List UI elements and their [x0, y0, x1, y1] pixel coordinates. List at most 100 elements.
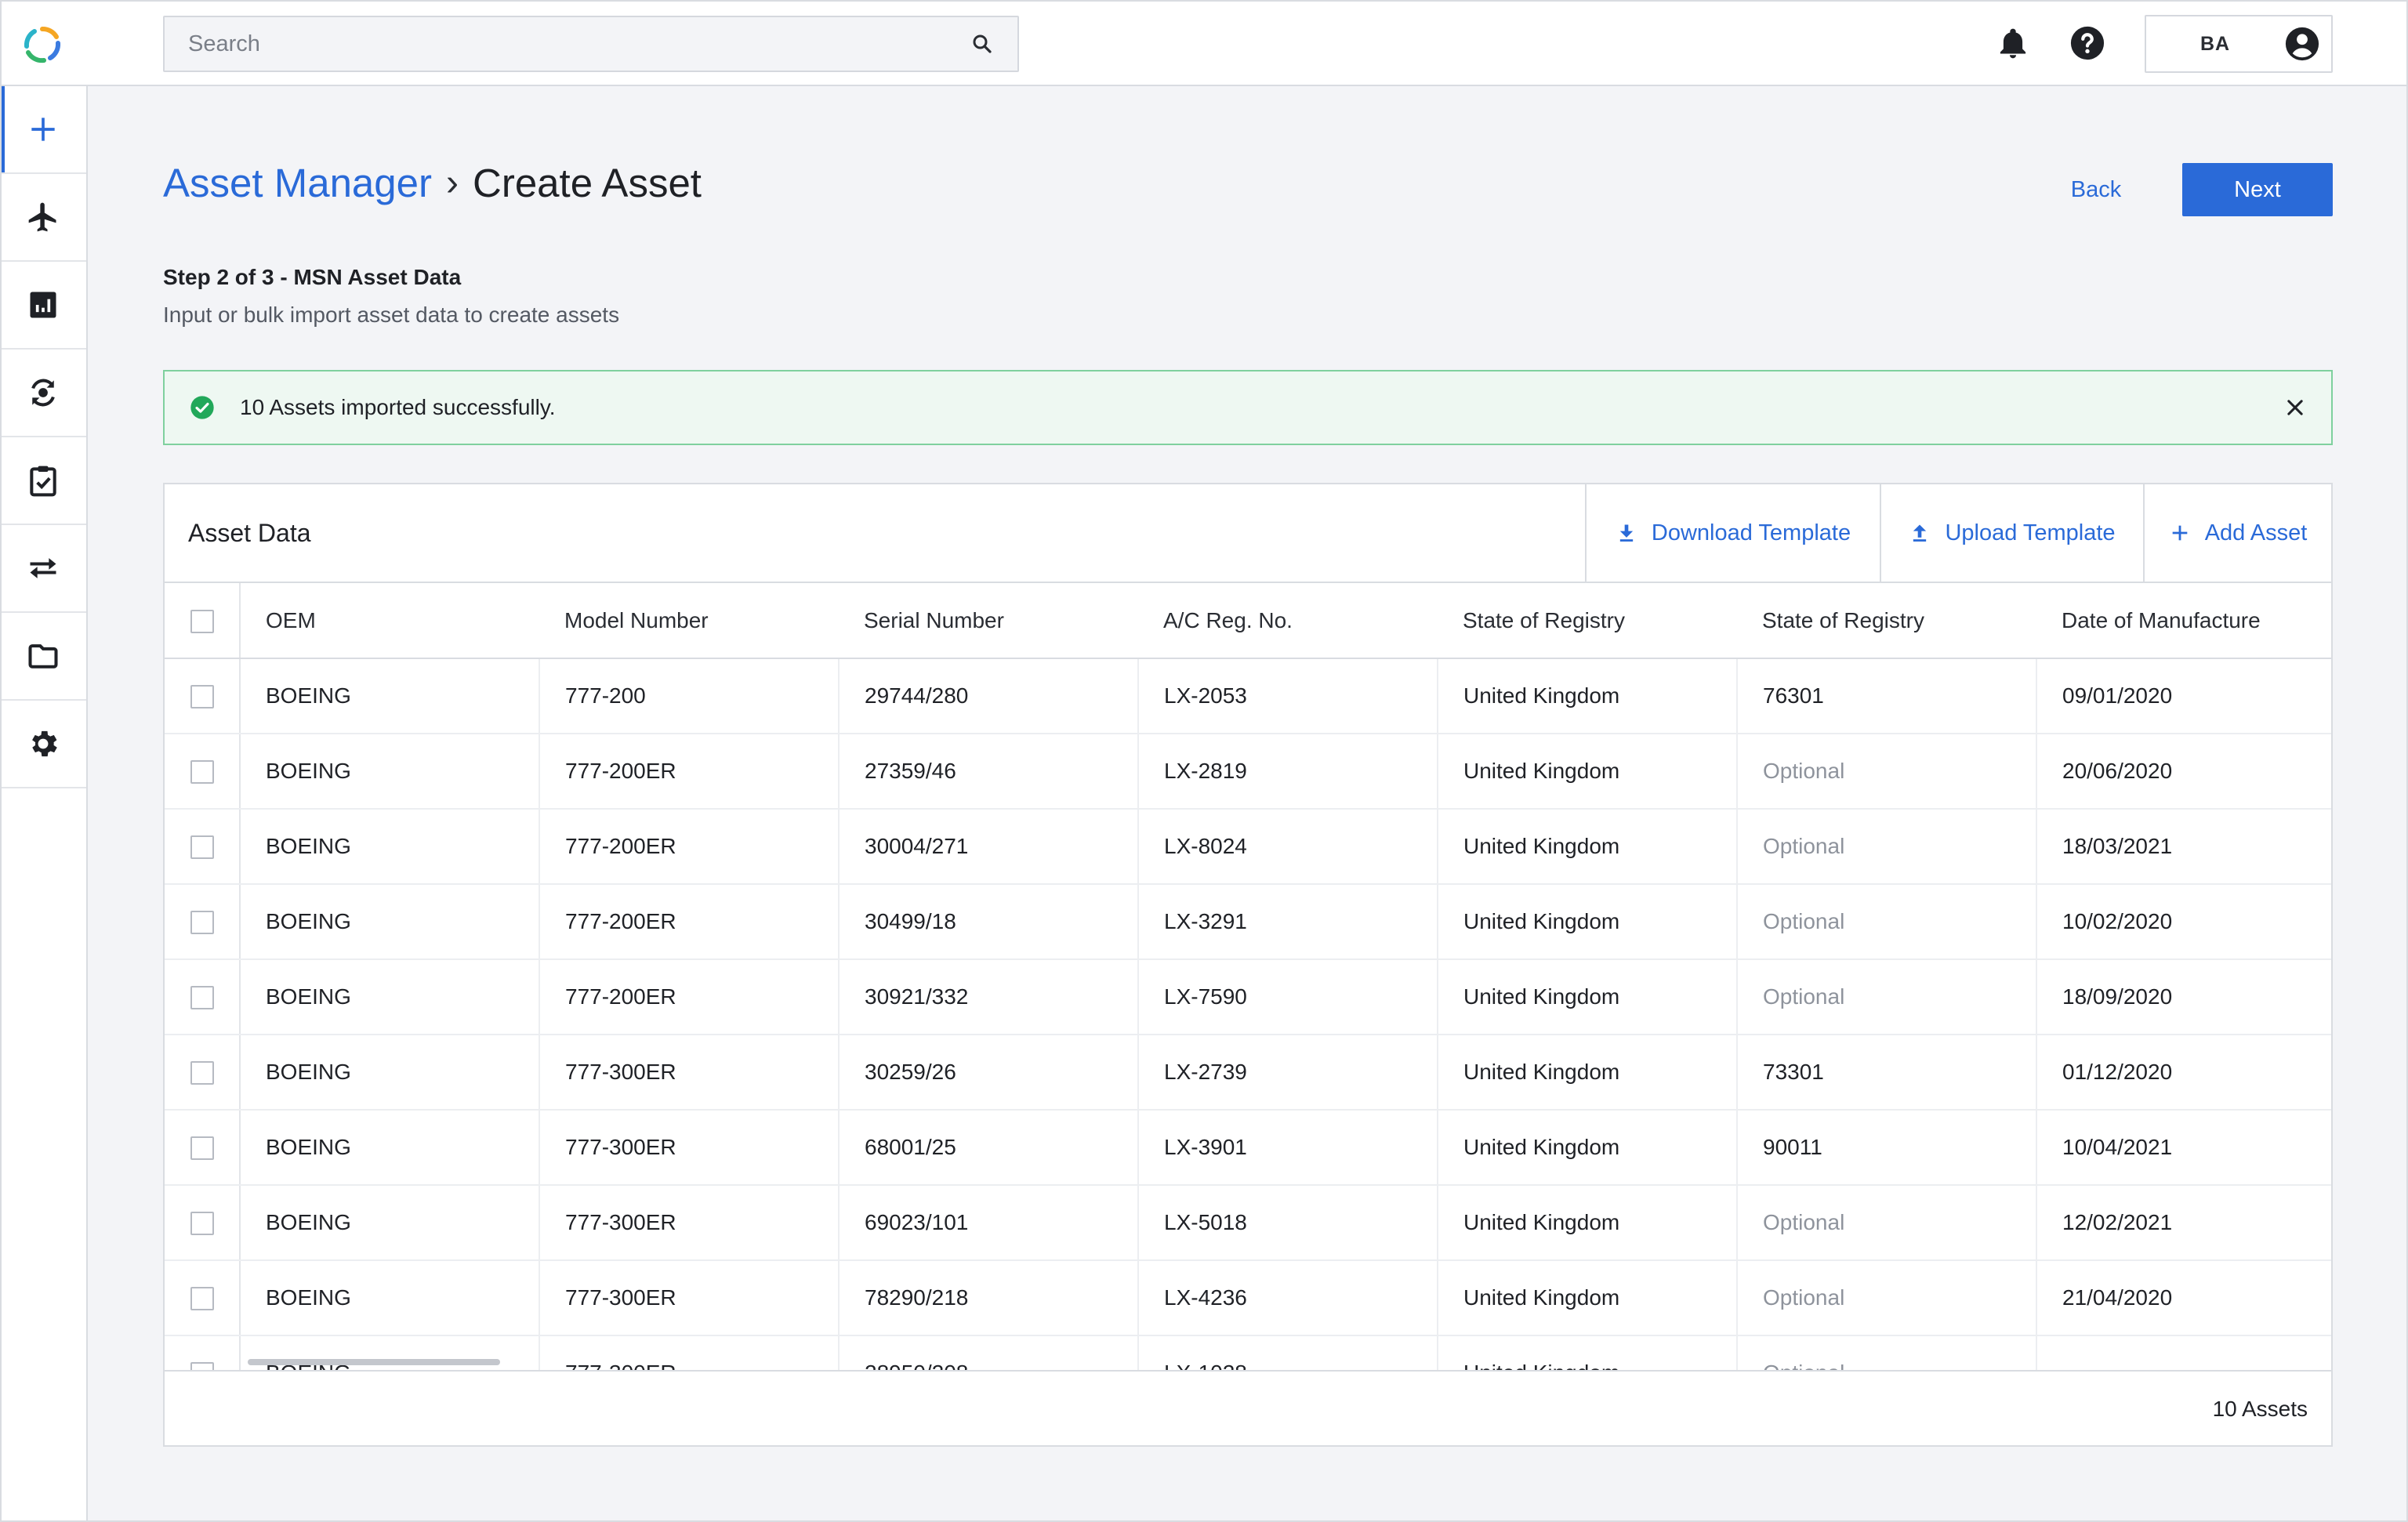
search-input[interactable]: Search	[188, 31, 970, 57]
cell-serial-number[interactable]: 27359/46	[838, 734, 1138, 810]
user-menu[interactable]: BA	[2145, 15, 2333, 73]
cell-state-of-registry[interactable]: United Kingdom	[1437, 809, 1737, 885]
column-header-model-number[interactable]: Model Number	[539, 583, 839, 659]
cell-state-of-registry-2[interactable]: Optional	[1736, 884, 2036, 960]
cell-oem[interactable]: BOEING	[239, 1185, 539, 1261]
cell-state-of-registry[interactable]: United Kingdom	[1437, 1185, 1737, 1261]
table-row[interactable]: BOEING 777-200ER 30499/18 LX-3291 United Kin…	[165, 884, 2331, 960]
cell-state-of-registry-2[interactable]: Optional	[1736, 1335, 2036, 1372]
cell-state-of-registry[interactable]: United Kingdom	[1437, 1110, 1737, 1186]
cell-model-number[interactable]: 777-300ER	[539, 1035, 839, 1111]
cell-state-of-registry[interactable]: United Kingdom	[1437, 1035, 1737, 1111]
cell-date-of-manufacture[interactable]: 12/02/2021	[2036, 1185, 2331, 1261]
cell-ac-reg-no[interactable]: LX-2739	[1137, 1035, 1438, 1111]
cell-ac-reg-no[interactable]: LX-7590	[1137, 959, 1438, 1035]
cell-serial-number[interactable]: 78290/218	[838, 1260, 1138, 1336]
cell-serial-number[interactable]: 30004/271	[838, 809, 1138, 885]
cell-model-number[interactable]: 777-200	[539, 658, 839, 734]
cell-oem[interactable]: BOEING	[239, 1335, 539, 1372]
cell-model-number[interactable]: 777-300ER	[539, 1335, 839, 1372]
cell-model-number[interactable]: 777-200ER	[539, 734, 839, 810]
cell-oem[interactable]: BOEING	[239, 658, 539, 734]
breadcrumb-asset-manager[interactable]: Asset Manager	[163, 160, 432, 206]
cell-state-of-registry[interactable]: United Kingdom	[1437, 959, 1737, 1035]
cell-date-of-manufacture[interactable]: 20/06/2020	[2036, 734, 2331, 810]
cell-state-of-registry-2[interactable]: 76301	[1736, 658, 2036, 734]
cell-state-of-registry[interactable]: United Kingdom	[1437, 884, 1737, 960]
table-row[interactable]: BOEING 777-300ER 78290/218 LX-4236 United Ki…	[165, 1260, 2331, 1336]
row-checkbox[interactable]	[190, 1136, 214, 1161]
row-checkbox[interactable]	[190, 1061, 214, 1085]
cell-state-of-registry-2[interactable]: Optional	[1736, 809, 2036, 885]
column-header-date-of-manufacture[interactable]: Date of Manufacture	[2036, 583, 2331, 659]
column-header-state-of-registry-2[interactable]: State of Registry	[1737, 583, 2036, 659]
cell-ac-reg-no[interactable]: LX-3901	[1137, 1110, 1438, 1186]
cell-oem[interactable]: BOEING	[239, 1260, 539, 1336]
sidebar-item-reports[interactable]	[0, 262, 86, 350]
cell-ac-reg-no[interactable]: LX-5018	[1137, 1185, 1438, 1261]
cell-date-of-manufacture[interactable]: 10/04/2021	[2036, 1110, 2331, 1186]
cell-serial-number[interactable]: 28950/208	[838, 1335, 1138, 1372]
cell-oem[interactable]: BOEING	[239, 734, 539, 810]
asset-table-scroll[interactable]: OEM Model Number Serial Number A/C Reg. …	[165, 583, 2331, 1372]
search-box[interactable]: Search	[163, 16, 1019, 72]
cell-ac-reg-no[interactable]: LX-2819	[1137, 734, 1438, 810]
table-row[interactable]: BOEING 777-200ER 30921/332 LX-7590 United Ki…	[165, 959, 2331, 1035]
column-header-oem[interactable]: OEM	[240, 583, 539, 659]
sidebar-item-sync[interactable]	[0, 350, 86, 437]
cell-model-number[interactable]: 777-200ER	[539, 959, 839, 1035]
cell-model-number[interactable]: 777-300ER	[539, 1110, 839, 1186]
row-checkbox[interactable]	[190, 760, 214, 785]
row-checkbox[interactable]	[190, 835, 214, 860]
cell-serial-number[interactable]: 30259/26	[838, 1035, 1138, 1111]
upload-template-button[interactable]: Upload Template	[1880, 484, 2143, 582]
column-header-ac-reg-no[interactable]: A/C Reg. No.	[1138, 583, 1438, 659]
cell-model-number[interactable]: 777-200ER	[539, 809, 839, 885]
cell-date-of-manufacture[interactable]: 09/01/2020	[2036, 658, 2331, 734]
cell-state-of-registry-2[interactable]: Optional	[1736, 959, 2036, 1035]
notification-bell-icon[interactable]	[1996, 27, 2030, 61]
select-all-checkbox[interactable]	[190, 609, 214, 633]
search-icon[interactable]	[970, 32, 994, 56]
row-checkbox[interactable]	[190, 1287, 214, 1311]
cell-date-of-manufacture[interactable]: 18/03/2021	[2036, 809, 2331, 885]
cell-ac-reg-no[interactable]: LX-4236	[1137, 1260, 1438, 1336]
cell-ac-reg-no[interactable]: LX-3291	[1137, 884, 1438, 960]
table-row[interactable]: BOEING777-300ER28950/208LX-1028United Ki…	[165, 1335, 2331, 1372]
horizontal-scrollbar[interactable]	[248, 1359, 500, 1365]
cell-model-number[interactable]: 777-300ER	[539, 1185, 839, 1261]
column-header-state-of-registry[interactable]: State of Registry	[1438, 583, 1737, 659]
table-row[interactable]: BOEING 777-200 29744/280 LX-2053 United King…	[165, 658, 2331, 734]
cell-oem[interactable]: BOEING	[239, 809, 539, 885]
cell-oem[interactable]: BOEING	[239, 884, 539, 960]
row-checkbox[interactable]	[190, 1212, 214, 1236]
close-icon[interactable]	[2284, 397, 2306, 419]
cell-state-of-registry-2[interactable]: 73301	[1736, 1035, 2036, 1111]
cell-serial-number[interactable]: 30921/332	[838, 959, 1138, 1035]
cell-state-of-registry-2[interactable]: 90011	[1736, 1110, 2036, 1186]
table-row[interactable]: BOEING 777-300ER 68001/25 LX-3901 United Kin…	[165, 1110, 2331, 1186]
download-template-button[interactable]: Download Template	[1585, 484, 1880, 582]
cell-state-of-registry-2[interactable]: Optional	[1736, 1260, 2036, 1336]
cell-date-of-manufacture[interactable]	[2036, 1335, 2331, 1372]
cell-date-of-manufacture[interactable]: 21/04/2020	[2036, 1260, 2331, 1336]
cell-ac-reg-no[interactable]: LX-8024	[1137, 809, 1438, 885]
cell-state-of-registry[interactable]: United Kingdom	[1437, 734, 1737, 810]
cell-model-number[interactable]: 777-200ER	[539, 884, 839, 960]
table-row[interactable]: BOEING 777-200ER 30004/271 LX-8024 United Ki…	[165, 809, 2331, 885]
row-checkbox[interactable]	[190, 911, 214, 935]
table-row[interactable]: BOEING 777-200ER 27359/46 LX-2819 United Kin…	[165, 734, 2331, 810]
table-row[interactable]: BOEING 777-300ER 69023/101 LX-5018 United Ki…	[165, 1185, 2331, 1261]
cell-serial-number[interactable]: 30499/18	[838, 884, 1138, 960]
back-button[interactable]: Back	[2054, 163, 2138, 216]
cell-oem[interactable]: BOEING	[239, 1035, 539, 1111]
cell-oem[interactable]: BOEING	[239, 1110, 539, 1186]
help-icon[interactable]	[2069, 25, 2105, 61]
cell-ac-reg-no[interactable]: LX-2053	[1137, 658, 1438, 734]
cell-model-number[interactable]: 777-300ER	[539, 1260, 839, 1336]
table-row[interactable]: BOEING 777-300ER 30259/26 LX-2739 United Kin…	[165, 1035, 2331, 1111]
sidebar-item-create[interactable]	[0, 86, 86, 174]
cell-serial-number[interactable]: 69023/101	[838, 1185, 1138, 1261]
sidebar-item-transfers[interactable]	[0, 525, 86, 613]
user-avatar-icon[interactable]	[2284, 26, 2320, 62]
